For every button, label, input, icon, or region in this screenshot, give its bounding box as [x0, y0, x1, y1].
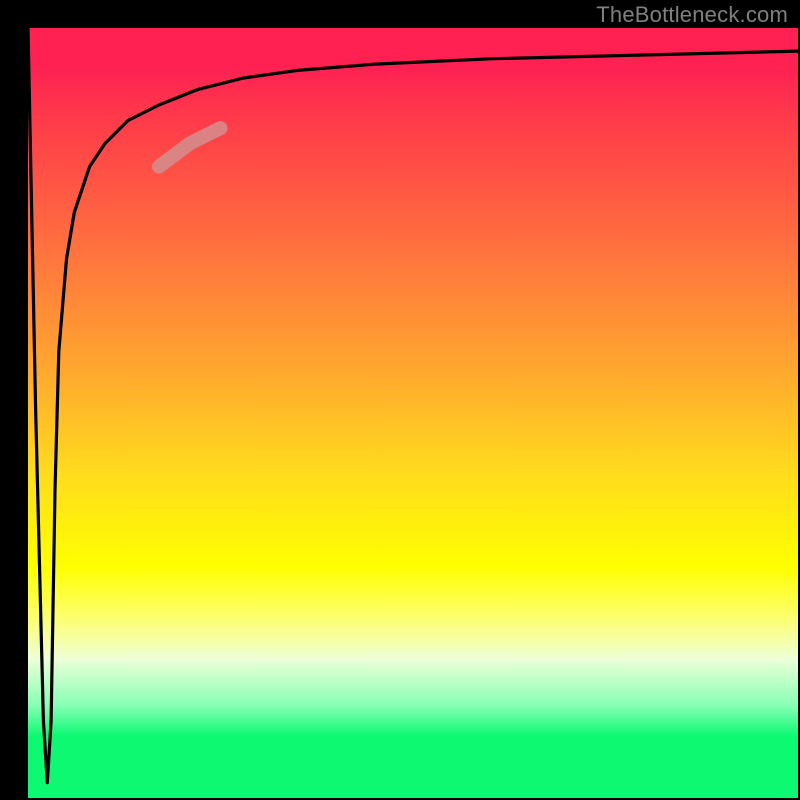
plot-area [28, 28, 798, 798]
bottleneck-curve [28, 28, 798, 783]
chart-container: TheBottleneck.com [0, 0, 800, 800]
watermark-text: TheBottleneck.com [596, 2, 788, 28]
highlight-segment [159, 128, 221, 167]
curve-svg [28, 28, 798, 798]
